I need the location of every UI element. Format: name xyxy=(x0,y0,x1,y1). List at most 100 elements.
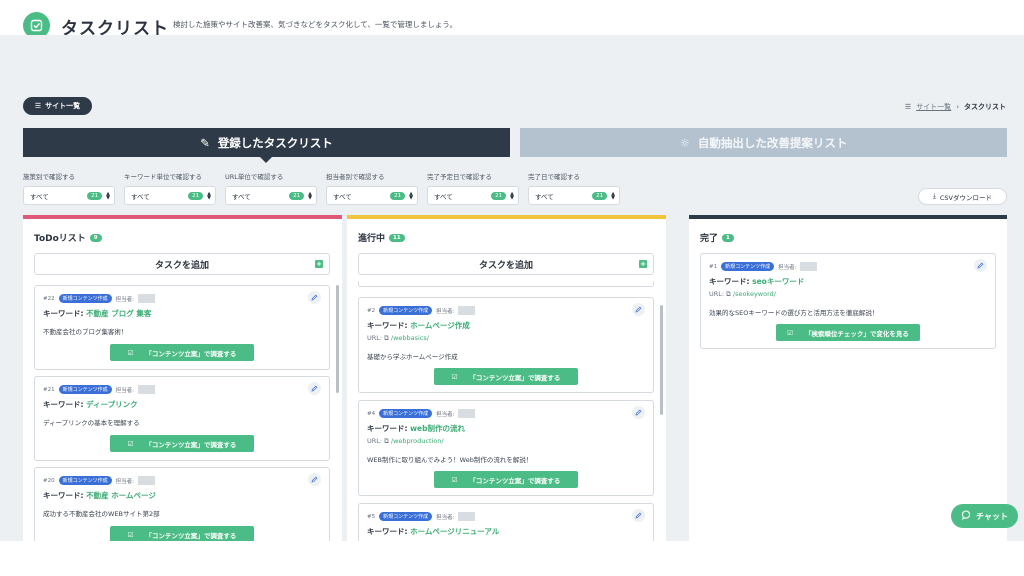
column-todo: ToDoリスト 9 タスクを追加 + #22 新規コンテンツ作成 担当者: キー… xyxy=(23,215,342,541)
keyword-prefix: キーワード: xyxy=(367,527,411,536)
add-task-button[interactable]: タスクを追加 + xyxy=(34,253,330,275)
filter-url-select[interactable]: すべて 21 ▲ ▼ xyxy=(225,186,317,205)
task-id: #2 xyxy=(367,307,376,314)
task-card[interactable]: #5 新規コンテンツ作成 担当者: キーワード: ホームページリニューアル xyxy=(358,503,654,541)
task-description: 基礎から学ぶホームページ作成 xyxy=(367,353,458,361)
assignee-label: 担当者: xyxy=(115,296,134,303)
tab-auto-suggestions[interactable]: ☼ 自動抽出した改善提案リスト xyxy=(520,128,1007,157)
csv-download-button[interactable]: ⤓ CSVダウンロード xyxy=(918,188,1007,205)
assignee-label: 担当者: xyxy=(436,411,455,418)
task-keyword: キーワード: seoキーワード xyxy=(709,276,804,287)
card-meta: #1 新規コンテンツ作成 担当者: xyxy=(709,262,818,271)
filter-assignee-select[interactable]: すべて 21 ▲ ▼ xyxy=(326,186,418,205)
pencil-icon[interactable] xyxy=(308,473,321,486)
filter-label: 担当者別で確認する xyxy=(326,173,385,181)
site-list-button-label: サイト一覧 xyxy=(45,102,81,110)
pencil-icon[interactable] xyxy=(308,291,321,304)
task-description: ディープリンクの基本を理解する xyxy=(43,419,140,427)
keyword-value: ホームページ作成 xyxy=(410,321,470,330)
check-icon: ☑ xyxy=(451,475,458,484)
list-icon: ☰ xyxy=(904,103,912,111)
keyword-value: 不動産 ホームページ xyxy=(86,491,156,500)
check-icon: ☑ xyxy=(787,328,793,337)
plus-icon: + xyxy=(315,260,323,268)
column-header: 進行中 11 xyxy=(358,231,405,244)
rank-check-button[interactable]: ☑ 「検索順位チェック」で変化を見る xyxy=(776,324,920,341)
assignee-placeholder xyxy=(458,306,476,315)
assignee-label: 担当者: xyxy=(436,308,455,315)
task-keyword: キーワード: ディープリンク xyxy=(43,399,138,410)
task-card[interactable]: #2 新規コンテンツ作成 担当者: キーワード: ホームページ作成 URL: ⧉… xyxy=(358,297,654,393)
pencil-icon[interactable] xyxy=(632,406,645,419)
assignee-placeholder xyxy=(458,409,476,418)
lightbulb-icon: ☼ xyxy=(679,135,690,150)
content-plan-button-label: 「コンテンツ立案」で調査する xyxy=(469,373,561,382)
chat-button-label: チャット xyxy=(976,511,1008,521)
filter-due-date-select[interactable]: すべて 21 ▲ ▼ xyxy=(427,186,519,205)
filter-value: すべて xyxy=(232,192,251,201)
content-plan-button[interactable]: ☑ 「コンテンツ立案」で調査する xyxy=(110,344,254,361)
content-plan-button[interactable]: ☑ 「コンテンツ立案」で調査する xyxy=(434,368,578,385)
select-arrows-icon: ▲ ▼ xyxy=(308,190,312,201)
task-card[interactable]: #22 新規コンテンツ作成 担当者: キーワード: 不動産 ブログ 集客 不動産… xyxy=(34,285,330,370)
content-plan-button[interactable]: ☑ 「コンテンツ立案」で調査する xyxy=(110,526,254,541)
content-plan-button-label: 「コンテンツ立案」で調査する xyxy=(145,349,237,358)
url-link[interactable]: /webproduction/ xyxy=(391,437,444,445)
content-plan-button-label: 「コンテンツ立案」で調査する xyxy=(145,531,237,540)
pencil-icon[interactable] xyxy=(974,259,987,272)
filter-value: すべて xyxy=(434,192,453,201)
filter-completed-date-select[interactable]: すべて 21 ▲ ▼ xyxy=(528,186,620,205)
task-card[interactable]: #1 新規コンテンツ作成 担当者: キーワード: seoキーワード URL: ⧉… xyxy=(700,253,996,349)
filter-keyword-select[interactable]: すべて 21 ▲ ▼ xyxy=(124,186,216,205)
content-plan-button[interactable]: ☑ 「コンテンツ立案」で調査する xyxy=(110,435,254,452)
scrollbar[interactable] xyxy=(660,305,663,415)
rank-check-button-label: 「検索順位チェック」で変化を見る xyxy=(804,329,909,338)
keyword-prefix: キーワード: xyxy=(367,424,411,433)
task-card[interactable]: #4 新規コンテンツ作成 担当者: キーワード: web制作の流れ URL: ⧉… xyxy=(358,400,654,496)
keyword-prefix: キーワード: xyxy=(43,400,87,409)
assignee-placeholder xyxy=(137,476,155,485)
check-icon: ☑ xyxy=(451,372,458,381)
filter-measure-select[interactable]: すべて 21 ▲ ▼ xyxy=(23,186,115,205)
card-meta: #5 新規コンテンツ作成 担当者: xyxy=(367,512,476,521)
pencil-icon[interactable] xyxy=(632,509,645,522)
tab-auto-suggestions-label: 自動抽出した改善提案リスト xyxy=(697,135,848,150)
pencil-icon[interactable] xyxy=(308,382,321,395)
add-task-button[interactable]: タスクを追加 + xyxy=(358,253,654,275)
scrollbar[interactable] xyxy=(336,285,339,393)
filter-count-badge: 21 xyxy=(390,191,406,200)
breadcrumb-site-list-link[interactable]: サイト一覧 xyxy=(916,102,951,112)
link-icon: ⧉ xyxy=(726,290,733,298)
url-link[interactable]: /seokeyword/ xyxy=(733,290,776,298)
pencil-icon[interactable] xyxy=(632,303,645,316)
assignee-label: 担当者: xyxy=(115,478,134,485)
select-arrows-icon: ▲ ▼ xyxy=(207,190,211,201)
column-count-badge: 1 xyxy=(722,233,734,242)
task-keyword: キーワード: 不動産 ブログ 集客 xyxy=(43,308,151,319)
main-content: ☰ サイト一覧 ☰ サイト一覧 › タスクリスト ✎ 登録したタスクリスト ☼ … xyxy=(0,35,1024,541)
url-prefix: URL: xyxy=(367,437,385,445)
column-header: 完了 1 xyxy=(700,231,734,244)
breadcrumb-current: タスクリスト xyxy=(964,103,1006,111)
filter-count-badge: 21 xyxy=(592,191,608,200)
category-tag: 新規コンテンツ作成 xyxy=(58,294,112,303)
category-tag: 新規コンテンツ作成 xyxy=(379,306,433,315)
assignee-label: 担当者: xyxy=(778,264,797,271)
url-prefix: URL: xyxy=(367,334,385,342)
task-card[interactable]: #20 新規コンテンツ作成 担当者: キーワード: 不動産 ホームページ 成功す… xyxy=(34,467,330,541)
chat-button[interactable]: チャット xyxy=(951,504,1018,528)
download-icon: ⤓ xyxy=(933,192,936,200)
content-plan-button[interactable]: ☑ 「コンテンツ立案」で調査する xyxy=(434,471,578,488)
add-task-label: タスクを追加 xyxy=(478,260,533,271)
tab-registered-tasks[interactable]: ✎ 登録したタスクリスト xyxy=(23,128,510,163)
select-arrows-icon: ▲ ▼ xyxy=(106,190,110,201)
column-count-badge: 11 xyxy=(389,233,405,242)
page-description: 検討した施策やサイト改善案、気づきなどをタスク化して、一覧で管理しましょう。 xyxy=(173,20,457,29)
task-card[interactable]: #21 新規コンテンツ作成 担当者: キーワード: ディープリンク ディープリン… xyxy=(34,376,330,461)
url-link[interactable]: /webbasics/ xyxy=(391,334,429,342)
assignee-label: 担当者: xyxy=(115,387,134,394)
task-id: #5 xyxy=(367,513,376,520)
select-arrows-icon: ▲ ▼ xyxy=(409,190,413,201)
keyword-prefix: キーワード: xyxy=(709,277,753,286)
site-list-button[interactable]: ☰ サイト一覧 xyxy=(23,97,92,115)
